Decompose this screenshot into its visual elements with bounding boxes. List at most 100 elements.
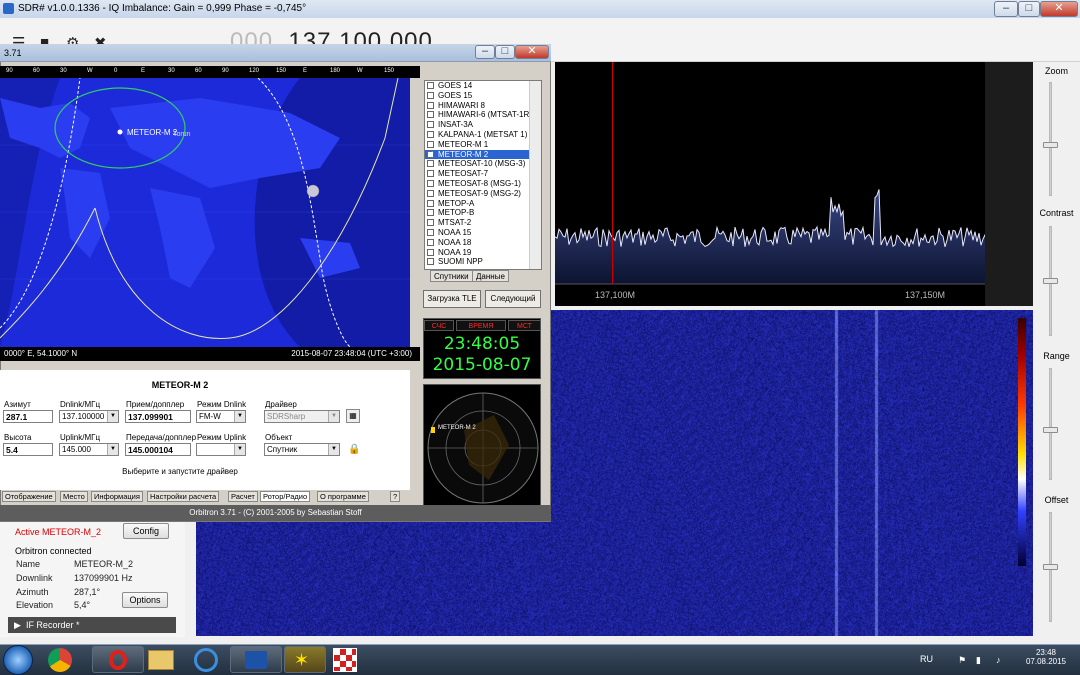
satellite-checkbox[interactable] [427,219,434,227]
windows-start-icon[interactable] [3,645,33,675]
clock-head-local[interactable]: СЧС [424,320,454,331]
explorer-icon[interactable] [148,650,174,670]
altitude-field[interactable]: 5.4 [3,443,53,456]
satellite-checkbox[interactable] [427,101,434,109]
satellite-list-item[interactable]: METEOSAT-8 (MSG-1) [425,179,541,189]
options-button[interactable]: Options [122,592,168,608]
satellite-checkbox[interactable] [427,91,434,99]
ie-icon[interactable] [194,648,218,672]
satellite-checkbox[interactable] [427,140,434,148]
tab-rotor-radio[interactable]: Ротор/Радио [260,491,311,502]
minimize-icon[interactable]: – [994,1,1018,17]
next-button[interactable]: Следующий [485,290,541,308]
tab-calculation[interactable]: Расчет [228,491,258,502]
satellite-checkbox[interactable] [427,179,434,187]
satellite-checkbox[interactable] [427,238,434,246]
tuning-marker[interactable] [612,62,613,284]
taskbar-opera[interactable] [92,646,144,673]
satellite-list-item[interactable]: HIMAWARI-6 (MTSAT-1R) [425,110,541,120]
tray-volume-icon[interactable]: ♪ [996,655,1001,665]
satellite-list-item[interactable]: KALPANA-1 (METSAT 1) [425,130,541,140]
satellite-checkbox[interactable] [427,209,434,217]
satellite-list-item[interactable]: ✓ METEOR-M 2 [425,149,541,160]
satellite-checkbox[interactable] [427,189,434,197]
taskbar-orbitron[interactable]: ✶ [284,646,326,673]
tab-calc-settings[interactable]: Настройки расчета [147,491,220,502]
load-tle-button[interactable]: Загрузка TLE [423,290,481,308]
satellite-checkbox[interactable]: ✓ [427,150,434,158]
zoom-slider-thumb[interactable] [1043,141,1058,148]
range-slider[interactable] [1049,368,1052,480]
satellite-list-item[interactable]: HIMAWARI 8 [425,101,541,111]
lock-icon[interactable]: 🔒 [348,444,360,455]
clock-head-mst[interactable]: МСТ [508,320,541,331]
dnlink-mode-select[interactable]: FM-W ▼ [196,410,246,423]
tray-flag-icon[interactable]: ⚑ [958,655,966,666]
orbitron-titlebar[interactable]: 3.71 [0,44,551,62]
satellite-checkbox[interactable] [427,130,434,138]
tab-information[interactable]: Информация [91,491,143,502]
satellite-list-item[interactable]: GOES 14 [425,81,541,91]
satellite-list-item[interactable]: NOAA 15 [425,228,541,238]
tab-help[interactable]: ? [390,491,401,502]
tab-data[interactable]: Данные [472,270,509,282]
uplink-mode-select[interactable]: ▼ [196,443,246,456]
maximize-icon[interactable]: □ [1018,1,1040,17]
satellite-checkbox[interactable] [427,111,434,119]
offset-slider-thumb[interactable] [1043,564,1058,570]
rx-doppler-field[interactable]: 137.099901 [125,410,191,423]
satellite-list-item[interactable]: METEOSAT-9 (MSG-2) [425,189,541,199]
satellite-checkbox[interactable] [427,228,434,236]
range-slider-thumb[interactable] [1043,426,1058,433]
satellite-checkbox[interactable] [427,160,434,168]
taskbar-sdrsharp[interactable] [230,646,282,673]
app-checker-icon[interactable] [333,648,357,672]
satellite-checkbox[interactable] [427,258,434,266]
satellite-list-item[interactable]: METOP-A [425,199,541,209]
tray-network-icon[interactable]: ▮ [976,655,981,666]
satellite-checkbox[interactable] [427,121,434,129]
tx-doppler-field[interactable]: 145.000104 [125,443,191,456]
orbitron-maximize-icon[interactable]: □ [495,45,515,59]
satellite-checkbox[interactable] [427,248,434,256]
tray-language[interactable]: RU [920,654,933,664]
close-icon[interactable]: ✕ [1040,1,1078,17]
satellite-list-scrollbar[interactable] [529,81,541,269]
satellite-list-item[interactable]: MTSAT-2 [425,218,541,228]
uplink-field[interactable]: 145.000 ▼ [59,443,119,456]
satellite-list-item[interactable]: METEOSAT-7 [425,169,541,179]
tray-clock[interactable]: 23:48 07.08.2015 [1018,648,1074,666]
if-recorder-header[interactable]: ▶ IF Recorder * [8,617,176,633]
satellite-checkbox[interactable] [427,82,434,89]
dnlink-field[interactable]: 137.100000 ▼ [59,410,119,423]
driver-settings-icon[interactable]: ▦ [346,409,360,423]
spectrum-analyzer[interactable] [554,62,1033,306]
sdr-titlebar[interactable]: SDR# v1.0.0.1336 - IQ Imbalance: Gain = … [0,0,1080,18]
satellite-checkbox[interactable] [427,199,434,207]
satellite-list-item[interactable]: NOAA 18 [425,238,541,248]
satellite-list-item[interactable]: METEOSAT-10 (MSG-3) [425,159,541,169]
azimuth-field[interactable]: 287.1 [3,410,53,423]
tab-about[interactable]: О программе [317,491,369,502]
world-map[interactable]: METEOR-M 2 Torun [0,78,410,347]
satellite-list[interactable]: GOES 14 GOES 15 HIMAWARI 8 HIMAWARI-6 (MTSA… [424,80,542,270]
config-button[interactable]: Config [123,523,169,539]
object-select[interactable]: Спутник ▼ [264,443,340,456]
satellite-list-item[interactable]: GOES 15 [425,91,541,101]
satellite-list-item[interactable]: NOAA 19 [425,248,541,258]
zoom-slider[interactable] [1049,82,1052,196]
satellite-list-item[interactable]: INSAT-3A [425,120,541,130]
satellite-list-item[interactable]: SUOMI NPP [425,257,541,267]
radar-view[interactable]: METEOR-M 2 [423,384,541,510]
tab-location[interactable]: Место [60,491,88,502]
tab-display[interactable]: Отображение [2,491,56,502]
satellite-list-item[interactable]: METOP-B [425,208,541,218]
satellite-list-item[interactable]: METEOR-M 1 [425,140,541,150]
driver-select[interactable]: SDRSharp ▼ [264,410,340,423]
orbitron-minimize-icon[interactable]: – [475,45,495,59]
orbitron-close-icon[interactable]: ✕ [515,45,549,59]
chrome-icon[interactable] [48,648,72,672]
tab-satellites[interactable]: Спутники [430,270,473,282]
satellite-checkbox[interactable] [427,170,434,178]
contrast-slider-thumb[interactable] [1043,278,1058,284]
